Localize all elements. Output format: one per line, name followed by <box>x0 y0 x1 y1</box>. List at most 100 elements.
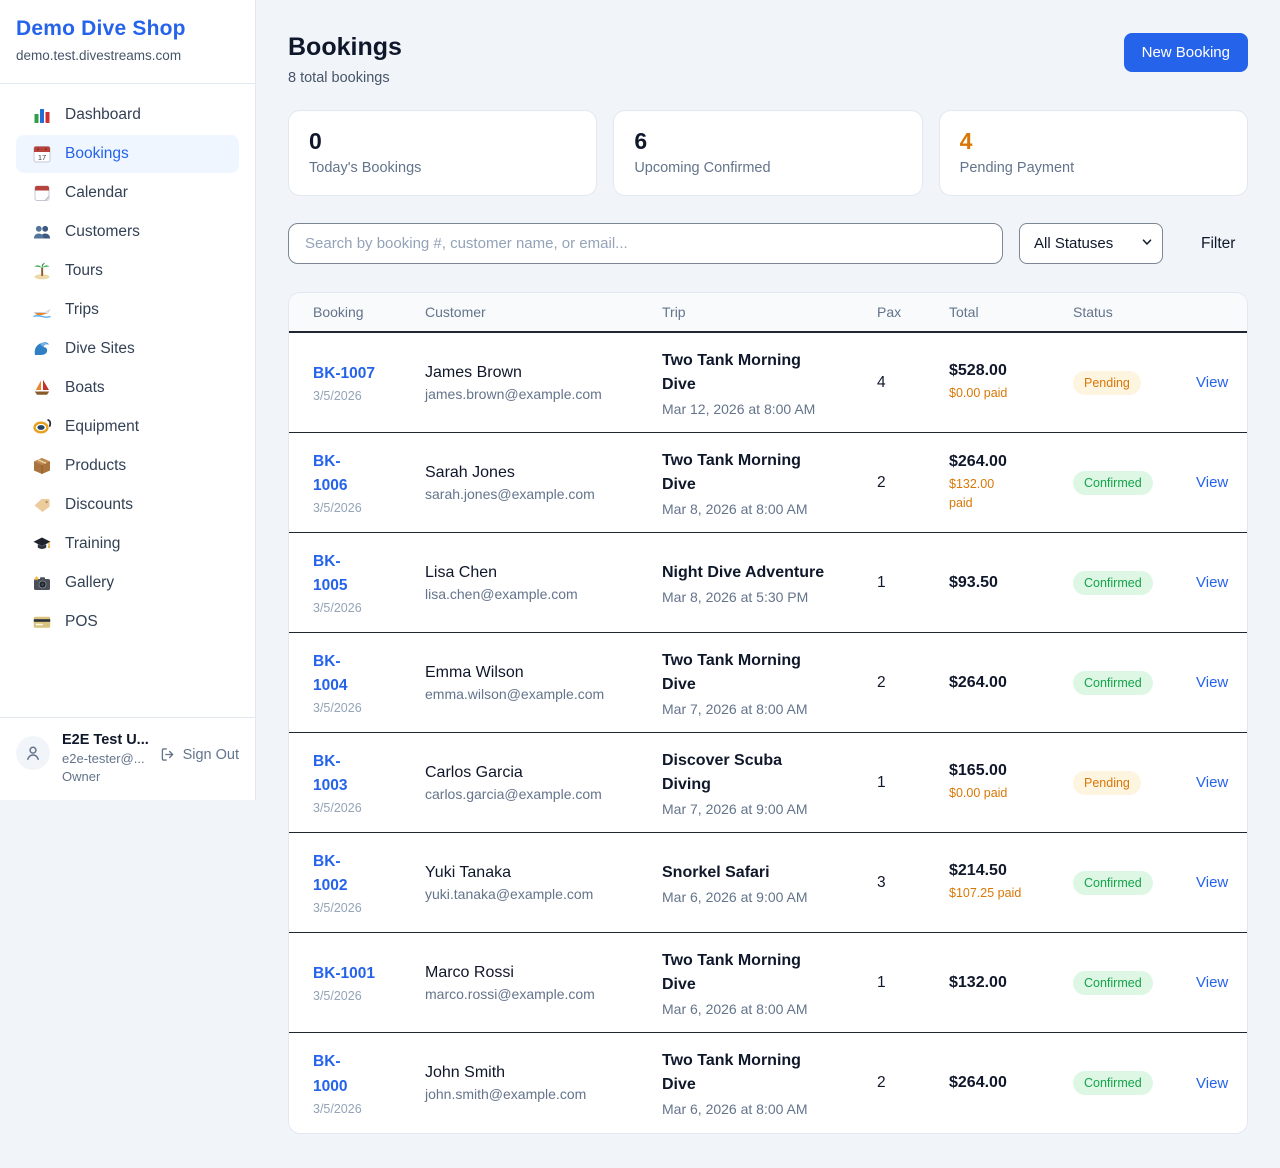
new-booking-button[interactable]: New Booking <box>1124 33 1248 72</box>
booking-id-link[interactable]: BK-1001 <box>313 962 425 986</box>
status-cell: Confirmed <box>1073 1071 1196 1095</box>
sidebar-item-customers[interactable]: Customers <box>16 213 239 251</box>
sign-out-button[interactable]: Sign Out <box>159 746 239 763</box>
paid-amount: $132.00 paid <box>949 475 1073 511</box>
total-bookings-count: 8 total bookings <box>288 70 402 86</box>
customer-cell: James Brown james.brown@example.com <box>425 364 662 402</box>
sidebar-item-equipment[interactable]: Equipment <box>16 408 239 446</box>
customer-email: john.smith@example.com <box>425 1086 662 1102</box>
stat-value: 6 <box>634 128 901 155</box>
pax-count: 3 <box>877 874 949 892</box>
total-amount: $264.00 <box>949 674 1073 692</box>
bookings-table: Booking Customer Trip Pax Total Status B… <box>288 292 1248 1134</box>
table-row: BK- 1002 3/5/2026 Yuki Tanaka yuki.tanak… <box>289 833 1247 933</box>
pax-count: 2 <box>877 474 949 492</box>
booking-cell: BK-1007 3/5/2026 <box>313 362 425 403</box>
view-link[interactable]: View <box>1196 874 1223 891</box>
user-role: Owner <box>62 769 147 784</box>
total-amount: $264.00 <box>949 1074 1073 1092</box>
total-cell: $93.50 <box>949 574 1073 592</box>
view-link[interactable]: View <box>1196 1075 1223 1092</box>
stat-value: 4 <box>960 128 1227 155</box>
booking-id-link[interactable]: BK- 1000 <box>313 1050 425 1098</box>
user-email: e2e-tester@... <box>62 751 147 766</box>
trip-cell: Discover Scuba Diving Mar 7, 2026 at 9:0… <box>662 749 877 817</box>
sidebar-item-dive-sites[interactable]: Dive Sites <box>16 330 239 368</box>
trip-name: Two Tank Morning Dive <box>662 349 877 397</box>
sidebar-item-bookings[interactable]: 17 Bookings <box>16 135 239 173</box>
pax-count: 2 <box>877 1074 949 1092</box>
booking-id-link[interactable]: BK- 1003 <box>313 750 425 798</box>
status-cell: Confirmed <box>1073 671 1196 695</box>
booking-id-link[interactable]: BK-1007 <box>313 362 425 386</box>
sidebar-item-trips[interactable]: Trips <box>16 291 239 329</box>
stat-label: Pending Payment <box>960 160 1227 176</box>
table-row: BK- 1000 3/5/2026 John Smith john.smith@… <box>289 1033 1247 1133</box>
booking-id-link[interactable]: BK- 1004 <box>313 650 425 698</box>
table-row: BK-1001 3/5/2026 Marco Rossi marco.rossi… <box>289 933 1247 1033</box>
paid-amount: $0.00 paid <box>949 384 1073 402</box>
sidebar-item-dashboard[interactable]: Dashboard <box>16 96 239 134</box>
table-header-row: Booking Customer Trip Pax Total Status <box>289 293 1247 333</box>
view-link[interactable]: View <box>1196 374 1223 391</box>
table-row: BK- 1004 3/5/2026 Emma Wilson emma.wilso… <box>289 633 1247 733</box>
page-title-block: Bookings 8 total bookings <box>288 33 402 86</box>
sidebar-item-label: Trips <box>65 301 99 319</box>
sidebar-item-tours[interactable]: Tours <box>16 252 239 290</box>
booking-id-link[interactable]: BK- 1002 <box>313 850 425 898</box>
island-icon <box>32 261 52 281</box>
sidebar-item-label: Training <box>65 535 120 553</box>
status-select[interactable]: All Statuses <box>1019 223 1163 264</box>
total-cell: $165.00 $0.00 paid <box>949 762 1073 802</box>
booking-id-link[interactable]: BK- 1005 <box>313 550 425 598</box>
view-link[interactable]: View <box>1196 474 1223 491</box>
page-title: Bookings <box>288 33 402 62</box>
customer-email: james.brown@example.com <box>425 386 662 402</box>
pax-count: 1 <box>877 974 949 992</box>
sidebar-item-gallery[interactable]: Gallery <box>16 564 239 602</box>
trip-cell: Two Tank Morning Dive Mar 7, 2026 at 8:0… <box>662 649 877 717</box>
stat-card-pending-payment: 4 Pending Payment <box>939 110 1248 196</box>
table-row: BK- 1006 3/5/2026 Sarah Jones sarah.jone… <box>289 433 1247 533</box>
camera-icon <box>32 573 52 593</box>
status-badge: Confirmed <box>1073 1071 1153 1095</box>
sidebar-item-discounts[interactable]: Discounts <box>16 486 239 524</box>
view-link[interactable]: View <box>1196 574 1223 591</box>
total-cell: $264.00 <box>949 674 1073 692</box>
trip-name: Two Tank Morning Dive <box>662 449 877 497</box>
customer-name: Marco Rossi <box>425 964 662 982</box>
customer-cell: John Smith john.smith@example.com <box>425 1064 662 1102</box>
status-cell: Pending <box>1073 371 1196 395</box>
sidebar-nav: Dashboard 17 Bookings Calendar Customers… <box>0 84 255 717</box>
sidebar-item-boats[interactable]: Boats <box>16 369 239 407</box>
sidebar-item-label: POS <box>65 613 98 631</box>
customer-name: Emma Wilson <box>425 664 662 682</box>
view-link[interactable]: View <box>1196 774 1223 791</box>
sidebar-item-training[interactable]: Training <box>16 525 239 563</box>
view-link[interactable]: View <box>1196 974 1223 991</box>
col-header-total: Total <box>949 304 1073 320</box>
total-cell: $264.00 $132.00 paid <box>949 453 1073 511</box>
customer-cell: Marco Rossi marco.rossi@example.com <box>425 964 662 1002</box>
status-badge: Confirmed <box>1073 571 1153 595</box>
booking-id-link[interactable]: BK- 1006 <box>313 450 425 498</box>
trip-cell: Snorkel Safari Mar 6, 2026 at 9:00 AM <box>662 861 877 905</box>
table-row: BK-1007 3/5/2026 James Brown james.brown… <box>289 333 1247 433</box>
filter-button[interactable]: Filter <box>1195 235 1241 253</box>
avatar <box>16 736 50 770</box>
status-badge: Pending <box>1073 771 1141 795</box>
sidebar-item-products[interactable]: Products <box>16 447 239 485</box>
sidebar-item-calendar[interactable]: Calendar <box>16 174 239 212</box>
view-link[interactable]: View <box>1196 674 1223 691</box>
paid-amount: $107.25 paid <box>949 884 1073 902</box>
trip-datetime: Mar 6, 2026 at 9:00 AM <box>662 889 877 905</box>
customer-cell: Emma Wilson emma.wilson@example.com <box>425 664 662 702</box>
customer-name: James Brown <box>425 364 662 382</box>
shop-domain: demo.test.divestreams.com <box>16 48 239 63</box>
total-cell: $528.00 $0.00 paid <box>949 362 1073 402</box>
search-input[interactable] <box>288 223 1003 264</box>
stats-cards: 0 Today's Bookings 6 Upcoming Confirmed … <box>288 110 1248 196</box>
sidebar-item-pos[interactable]: POS <box>16 603 239 641</box>
customer-name: John Smith <box>425 1064 662 1082</box>
booking-date: 3/5/2026 <box>313 901 425 915</box>
